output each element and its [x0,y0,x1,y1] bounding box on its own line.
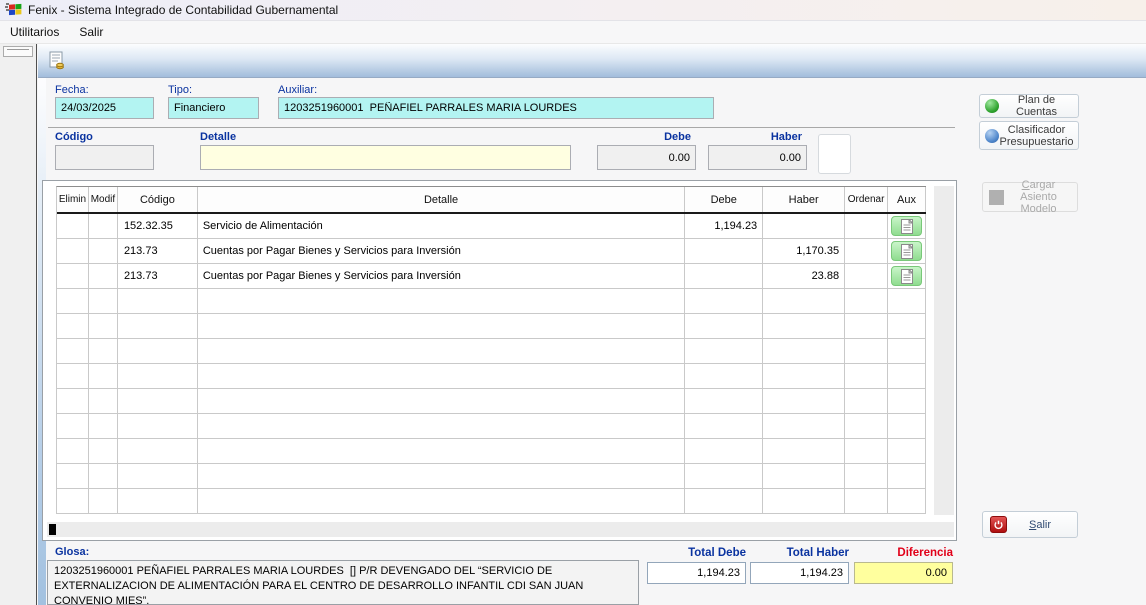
codigo-label: Código [55,131,93,143]
glosa-label: Glosa: [55,546,89,558]
table-row-empty [57,489,926,514]
green-sphere-icon [985,99,999,113]
header-debe: Debe [685,187,763,212]
window-title: Fenix - Sistema Integrado de Contabilida… [28,3,338,17]
header-haber: Haber [763,187,845,212]
cell-detalle: Servicio de Alimentación [198,214,685,238]
cell-codigo: 213.73 [118,264,198,288]
table-row-empty [57,414,926,439]
table-row-empty [57,464,926,489]
document-icon [901,269,913,284]
cell-debe: 1,194.23 [685,214,763,238]
diferencia-field [854,562,953,584]
clasificador-presupuestario-button[interactable]: Clasificador Presupuestario [979,121,1079,150]
title-bar: Fenix - Sistema Integrado de Contabilida… [0,0,1146,21]
auxiliar-field[interactable] [278,97,714,119]
total-debe-field [647,562,746,584]
debe-field[interactable] [597,145,696,170]
power-icon [990,516,1007,533]
cell-debe [685,264,763,288]
auxiliar-label: Auxiliar: [278,84,317,96]
header-aux: Aux [888,187,926,212]
blue-sphere-icon [985,129,999,143]
plan-de-cuentas-button[interactable]: Plan de Cuentas [979,94,1079,118]
cell-detalle: Cuentas por Pagar Bienes y Servicios par… [198,239,685,263]
document-icon [901,219,913,234]
aux-button[interactable] [891,216,922,236]
separator-line [48,127,955,128]
header-detalle: Detalle [198,187,685,212]
detalle-label: Detalle [200,131,236,143]
entries-table: Elimin Modif Código Detalle Debe Haber O… [56,186,926,514]
tipo-field[interactable] [168,97,259,119]
table-row-empty [57,289,926,314]
diferencia-label: Diferencia [854,547,953,559]
table-row-empty [57,364,926,389]
header-elimin: Elimin [57,187,89,212]
document-coins-icon[interactable] [44,48,70,74]
total-haber-label: Total Haber [750,547,849,559]
table-row: 152.32.35 Servicio de Alimentación 1,194… [57,214,926,239]
cell-haber: 23.88 [763,264,845,288]
debe-label: Debe [597,131,691,143]
cargar-asiento-modelo-button: Cargar Asiento Modelo [982,182,1078,212]
add-entry-button[interactable] [818,134,851,174]
scrollbar-thumb[interactable] [49,524,56,535]
cell-codigo: 213.73 [118,239,198,263]
menu-bar: Utilitarios Salir [0,21,1146,44]
table-horizontal-scrollbar[interactable] [47,522,954,537]
table-vertical-scrollbar[interactable] [934,186,954,515]
haber-field[interactable] [708,145,807,170]
menu-salir[interactable]: Salir [69,22,113,42]
app-window: Fenix - Sistema Integrado de Contabilida… [0,0,1146,605]
header-codigo: Código [118,187,198,212]
toolbar [38,44,1146,78]
cell-codigo: 152.32.35 [118,214,198,238]
cell-debe [685,239,763,263]
cell-haber: 1,170.35 [763,239,845,263]
document-icon [901,244,913,259]
tipo-label: Tipo: [168,84,192,96]
detalle-field[interactable] [200,145,571,170]
total-haber-field [750,562,849,584]
menu-utilitarios[interactable]: Utilitarios [0,22,69,42]
table-row-empty [57,439,926,464]
codigo-field[interactable] [55,145,154,170]
entries-grid-panel: Elimin Modif Código Detalle Debe Haber O… [42,180,957,541]
gray-square-icon [989,190,1004,205]
salir-button[interactable]: Salir [982,511,1078,538]
table-row: 213.73 Cuentas por Pagar Bienes y Servic… [57,264,926,289]
windows-logo-icon [5,3,22,18]
fecha-label: Fecha: [55,84,89,96]
table-row: 213.73 Cuentas por Pagar Bienes y Servic… [57,239,926,264]
table-row-empty [57,314,926,339]
dock-grip[interactable] [3,46,33,57]
table-row-empty [57,389,926,414]
aux-button[interactable] [891,266,922,286]
fecha-field[interactable] [55,97,154,119]
aux-button[interactable] [891,241,922,261]
total-debe-label: Total Debe [647,547,746,559]
glosa-field[interactable]: 1203251960001 PEÑAFIEL PARRALES MARIA LO… [47,560,639,605]
haber-label: Haber [708,131,802,143]
header-modif: Modif [89,187,118,212]
left-dock-panel [0,44,37,605]
header-ordenar: Ordenar [845,187,888,212]
table-row-empty [57,339,926,364]
table-header-row: Elimin Modif Código Detalle Debe Haber O… [57,187,926,214]
cell-detalle: Cuentas por Pagar Bienes y Servicios par… [198,264,685,288]
cell-haber [763,214,845,238]
